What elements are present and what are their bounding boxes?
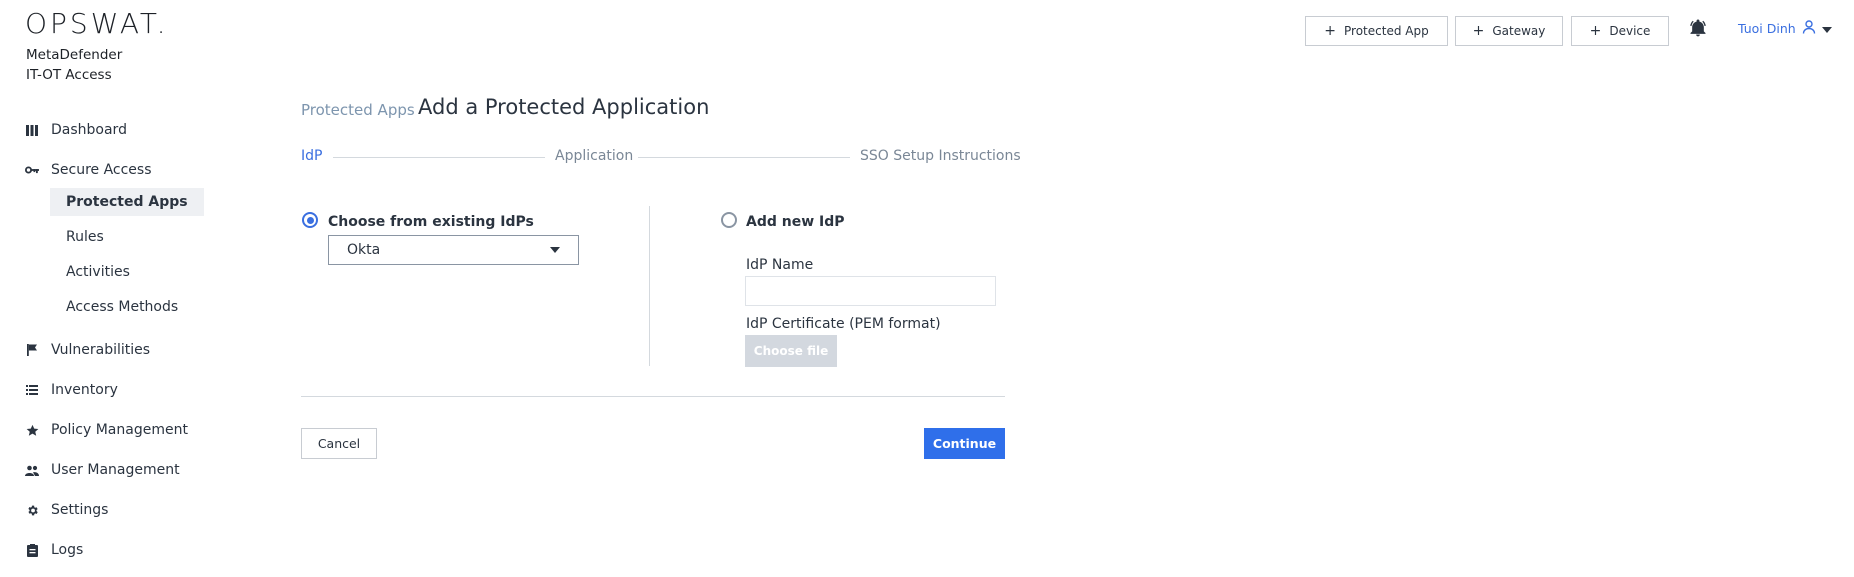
clipboard-icon — [25, 543, 39, 557]
cancel-button[interactable]: Cancel — [301, 428, 377, 459]
sidebar-item-label: User Management — [51, 462, 180, 478]
star-icon — [25, 423, 39, 437]
sidebar-subitem-access-methods[interactable]: Access Methods — [50, 293, 194, 321]
new-idp-radio[interactable] — [721, 212, 737, 228]
sidebar-subitem-activities[interactable]: Activities — [50, 258, 146, 286]
add-protected-app-button[interactable]: + Protected App — [1305, 16, 1448, 46]
sidebar-item-dashboard[interactable]: Dashboard — [25, 122, 127, 138]
form-divider — [301, 396, 1005, 397]
users-icon — [25, 463, 39, 477]
sidebar-item-secure-access[interactable]: Secure Access — [25, 162, 152, 178]
step-sso-setup-instructions: SSO Setup Instructions — [860, 148, 1021, 164]
opswat-logo[interactable]: OPSWAT. — [25, 10, 169, 38]
add-device-button[interactable]: + Device — [1571, 16, 1669, 46]
sidebar-item-vulnerabilities[interactable]: Vulnerabilities — [25, 342, 150, 358]
sidebar-item-logs[interactable]: Logs — [25, 542, 83, 558]
sidebar-item-label: Secure Access — [51, 162, 152, 178]
sidebar-item-label: Inventory — [51, 382, 118, 398]
sidebar-item-inventory[interactable]: Inventory — [25, 382, 118, 398]
choose-file-button[interactable]: Choose file — [745, 335, 837, 367]
sidebar-item-policy-management[interactable]: Policy Management — [25, 422, 188, 438]
sidebar-item-label: Dashboard — [51, 122, 127, 138]
add-protected-app-label: Protected App — [1344, 24, 1429, 38]
notification-bell-icon[interactable] — [1688, 18, 1708, 42]
product-name: MetaDefender IT-OT Access — [26, 45, 122, 85]
plus-icon: + — [1589, 23, 1602, 39]
option-divider — [649, 206, 650, 366]
sidebar-item-label: Policy Management — [51, 422, 188, 438]
new-idp-label[interactable]: Add new IdP — [746, 214, 845, 230]
user-name: Tuoi Dinh — [1738, 21, 1796, 36]
gear-icon — [25, 503, 39, 517]
stepper-connector — [638, 157, 850, 158]
product-name-line1: MetaDefender — [26, 47, 123, 63]
page-title: Add a Protected Application — [418, 95, 710, 119]
plus-icon: + — [1324, 23, 1337, 39]
existing-idp-label[interactable]: Choose from existing IdPs — [328, 214, 534, 230]
add-gateway-label: Gateway — [1492, 24, 1546, 38]
user-icon — [1802, 20, 1816, 37]
flag-icon — [25, 343, 39, 357]
chevron-down-icon — [1821, 21, 1832, 36]
add-device-label: Device — [1609, 24, 1651, 38]
product-name-line2: IT-OT Access — [26, 67, 112, 83]
sidebar-item-settings[interactable]: Settings — [25, 502, 108, 518]
idp-name-label: IdP Name — [746, 257, 814, 273]
step-application: Application — [555, 148, 634, 164]
existing-idp-selected-value: Okta — [347, 242, 381, 258]
dashboard-icon — [25, 123, 39, 137]
sidebar-item-user-management[interactable]: User Management — [25, 462, 180, 478]
user-menu[interactable]: Tuoi Dinh — [1738, 20, 1832, 37]
existing-idp-select[interactable]: Okta — [328, 235, 579, 265]
idp-name-input[interactable] — [745, 276, 996, 306]
add-gateway-button[interactable]: + Gateway — [1455, 16, 1563, 46]
sidebar-subitem-protected-apps[interactable]: Protected Apps — [50, 188, 204, 216]
sidebar-subitem-rules[interactable]: Rules — [50, 223, 120, 251]
sidebar-item-label: Vulnerabilities — [51, 342, 151, 358]
idp-certificate-label: IdP Certificate (PEM format) — [746, 316, 941, 332]
sidebar-item-label: Logs — [51, 542, 84, 558]
stepper-connector — [333, 157, 545, 158]
caret-down-icon — [550, 247, 560, 253]
plus-icon: + — [1472, 23, 1485, 39]
existing-idp-radio[interactable] — [302, 212, 318, 228]
continue-button[interactable]: Continue — [924, 428, 1005, 459]
breadcrumb-protected-apps[interactable]: Protected Apps — [301, 101, 415, 119]
key-icon — [25, 163, 39, 177]
sidebar-item-label: Settings — [51, 502, 109, 518]
step-idp: IdP — [301, 148, 323, 164]
list-icon — [25, 383, 39, 397]
